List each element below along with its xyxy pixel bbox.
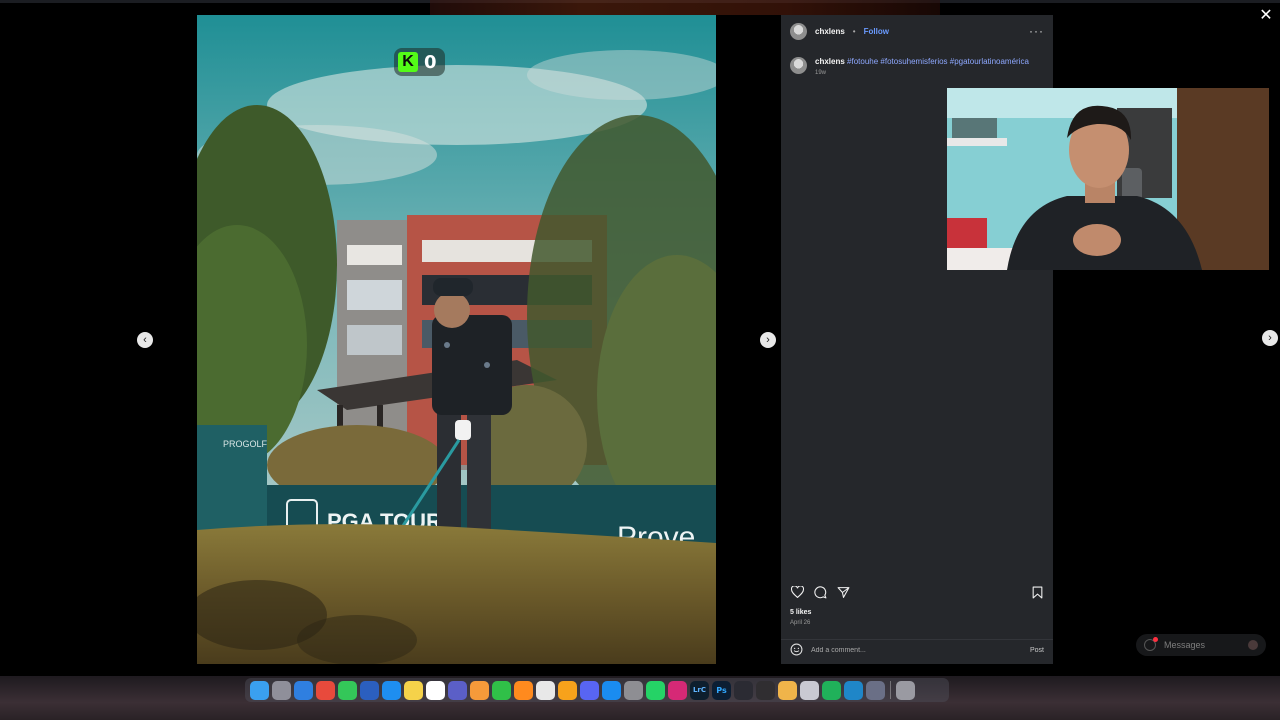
photoshop-icon[interactable]: Ps bbox=[712, 680, 731, 700]
display-icon[interactable] bbox=[866, 680, 885, 700]
next-post-arrow-icon[interactable]: › bbox=[1262, 330, 1278, 346]
bookmark-icon[interactable] bbox=[1030, 585, 1044, 599]
kick-viewer-overlay: K 0 bbox=[394, 48, 445, 76]
davinci-icon[interactable] bbox=[734, 680, 753, 700]
heart-icon[interactable] bbox=[790, 585, 804, 599]
messages-label: Messages bbox=[1164, 640, 1206, 650]
quicktime-icon[interactable] bbox=[844, 680, 863, 700]
share-icon[interactable] bbox=[836, 585, 850, 599]
kick-logo-icon: K bbox=[398, 52, 418, 72]
appstore-icon[interactable] bbox=[602, 680, 621, 700]
trash-icon[interactable] bbox=[896, 680, 915, 700]
webcam-illustration bbox=[947, 88, 1269, 270]
textedit-icon[interactable] bbox=[536, 680, 555, 700]
instagram-icon[interactable] bbox=[668, 680, 687, 700]
calendar-icon[interactable] bbox=[426, 680, 445, 700]
post-caption: chxlens #fotouhe #fotosuhemisferios #pga… bbox=[781, 47, 1053, 76]
mail-icon[interactable] bbox=[382, 680, 401, 700]
numbers-icon[interactable] bbox=[822, 680, 841, 700]
viewer-count: 0 bbox=[424, 51, 437, 73]
word-icon[interactable] bbox=[360, 680, 379, 700]
chrome-icon[interactable] bbox=[316, 680, 335, 700]
macos-dock: LrC Ps bbox=[245, 678, 949, 702]
messenger-icon bbox=[1144, 637, 1158, 651]
facetime-icon[interactable] bbox=[492, 680, 511, 700]
messages-icon[interactable] bbox=[338, 680, 357, 700]
caption-timestamp: 19w bbox=[815, 70, 827, 76]
notes-icon[interactable] bbox=[404, 680, 423, 700]
dock-separator bbox=[890, 681, 891, 699]
caption-username[interactable]: chxlens bbox=[815, 57, 845, 66]
blurred-background-band bbox=[430, 0, 940, 15]
launchpad-icon[interactable] bbox=[272, 680, 291, 700]
whatsapp-icon[interactable] bbox=[646, 680, 665, 700]
progolf-board-text: PROGOLF bbox=[223, 439, 268, 449]
window-top-strip bbox=[0, 0, 1280, 15]
post-photo[interactable]: PGA TOUR Prove PROGOLF bbox=[197, 15, 716, 664]
teams-icon[interactable] bbox=[448, 680, 467, 700]
prev-post-arrow-icon[interactable]: ‹ bbox=[137, 332, 153, 348]
folder-icon[interactable] bbox=[778, 680, 797, 700]
lightroom-icon[interactable]: LrC bbox=[690, 680, 709, 700]
pages-icon[interactable] bbox=[558, 680, 577, 700]
finder-icon[interactable] bbox=[250, 680, 269, 700]
likes-count[interactable]: 5 likes bbox=[790, 609, 811, 616]
avatar[interactable] bbox=[790, 22, 807, 40]
follow-button[interactable]: Follow bbox=[864, 27, 889, 36]
preview-icon[interactable] bbox=[800, 680, 819, 700]
emoji-icon[interactable] bbox=[790, 643, 803, 658]
post-comment-button[interactable]: Post bbox=[1030, 647, 1044, 654]
next-image-arrow-icon[interactable]: › bbox=[760, 332, 776, 348]
safari-icon[interactable] bbox=[294, 680, 313, 700]
messages-bar[interactable]: Messages bbox=[1136, 634, 1266, 656]
comment-input[interactable] bbox=[811, 647, 1022, 654]
post-date: April 26 bbox=[790, 620, 811, 626]
close-icon[interactable]: ✕ bbox=[1256, 6, 1276, 26]
post-actions bbox=[781, 585, 1053, 599]
messages-avatar bbox=[1248, 640, 1258, 650]
more-options-icon[interactable]: ··· bbox=[1029, 24, 1044, 38]
webcam-overlay bbox=[947, 88, 1269, 270]
discord-icon[interactable] bbox=[580, 680, 599, 700]
caption-hashtags[interactable]: #fotouhe #fotosuhemisferios #pgatourlati… bbox=[847, 57, 1029, 66]
photos-icon[interactable] bbox=[470, 680, 489, 700]
username[interactable]: chxlens bbox=[815, 27, 845, 36]
comment-bar: Post bbox=[781, 639, 1053, 661]
settings-icon[interactable] bbox=[624, 680, 643, 700]
obs-icon[interactable] bbox=[756, 680, 775, 700]
books-icon[interactable] bbox=[514, 680, 533, 700]
post-header: chxlens • Follow ··· bbox=[781, 15, 1053, 47]
separator-dot: • bbox=[852, 26, 856, 36]
caption-avatar[interactable] bbox=[790, 57, 807, 74]
golf-photo-illustration: PGA TOUR Prove PROGOLF bbox=[197, 15, 716, 664]
unread-badge bbox=[1153, 637, 1158, 642]
comment-icon[interactable] bbox=[813, 585, 827, 599]
